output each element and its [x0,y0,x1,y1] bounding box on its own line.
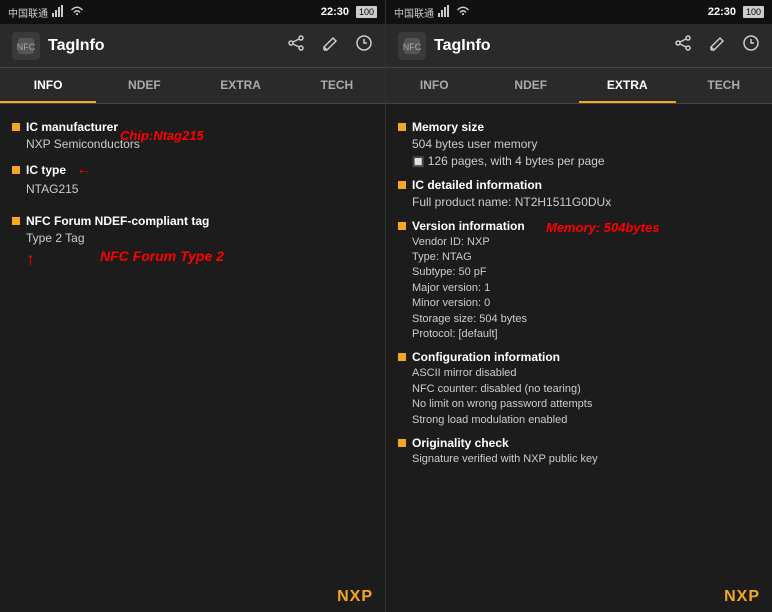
right-bullet-3 [398,222,406,230]
right-bullet-1 [398,123,406,131]
svg-text:NFC: NFC [403,42,422,52]
left-app-icon: NFC [12,32,40,60]
right-status-right: 22:30 100 [708,6,764,18]
left-tab-tech[interactable]: TECH [289,68,385,103]
right-status-bar: 中国联通 22:30 100 [386,0,772,24]
left-bullet-2 [12,166,20,174]
right-nxp-logo: NXP [724,588,760,606]
right-memory-title: Memory size [412,120,484,134]
left-bullet-1 [12,123,20,131]
right-title-actions [674,34,760,57]
left-ic-type-value: NTAG215 [26,181,373,198]
left-nfc-forum-value: Type 2 Tag [26,230,373,247]
right-tab-ndef[interactable]: NDEF [483,68,580,103]
left-edit-icon[interactable] [321,34,339,57]
right-version-value: Vendor ID: NXP Type: NTAG Subtype: 50 pF… [412,235,760,343]
left-nfc-forum-header: NFC Forum NDEF-compliant tag [12,214,373,228]
left-arrow-chip: ← [76,161,92,179]
right-tab-extra[interactable]: EXTRA [579,68,676,103]
right-config-header: Configuration information [398,350,760,364]
left-tab-info[interactable]: INFO [0,68,96,103]
left-annotation-nfc: NFC Forum Type 2 [100,248,224,264]
right-originality-header: Originality check [398,436,760,450]
left-wifi-icon [70,5,84,20]
left-title-left: NFC TagInfo [12,32,105,60]
right-edit-icon[interactable] [708,34,726,57]
left-share-icon[interactable] [287,34,305,57]
left-nfc-forum-title: NFC Forum NDEF-compliant tag [26,214,209,228]
right-originality-title: Originality check [412,436,509,450]
left-phone-screen: 中国联通 22:30 100 NFC TagInfo [0,0,386,612]
right-tab-info[interactable]: INFO [386,68,483,103]
left-tab-ndef[interactable]: NDEF [96,68,192,103]
right-wifi-icon [456,5,470,20]
left-signal-icon [52,5,66,20]
right-app-title: TagInfo [434,37,491,55]
left-content: IC manufacturer NXP Semiconductors IC ty… [0,104,385,582]
right-time: 22:30 [708,6,736,18]
right-version-title: Version information [412,219,525,233]
left-tab-bar: INFO NDEF EXTRA TECH [0,68,385,104]
right-config-title: Configuration information [412,350,560,364]
left-ic-type-title: IC type [26,163,66,177]
left-bottom-logo: NXP [0,582,385,612]
right-ic-detailed-value: Full product name: NT2H1511G0DUx [412,194,760,211]
left-nxp-logo: NXP [337,588,373,606]
right-title-bar: NFC TagInfo [386,24,772,68]
right-ic-detailed-title: IC detailed information [412,178,542,192]
left-status-left: 中国联通 [8,5,84,20]
left-battery-icon: 100 [356,6,377,18]
left-annotation-chip: Chip:Ntag215 [120,128,204,143]
right-config-value: ASCII mirror disabled NFC counter: disab… [412,366,760,428]
left-app-title: TagInfo [48,37,105,55]
right-phone-screen: 中国联通 22:30 100 NFC TagInfo [386,0,772,612]
right-share-icon[interactable] [674,34,692,57]
right-bullet-5 [398,439,406,447]
right-app-icon: NFC [398,32,426,60]
right-version-header: Version information [398,219,760,233]
svg-text:NFC: NFC [17,42,36,52]
left-tab-extra[interactable]: EXTRA [193,68,289,103]
right-status-left: 中国联通 [394,5,470,20]
left-carrier: 中国联通 [8,5,48,20]
right-history-icon[interactable] [742,34,760,57]
left-ic-manufacturer-title: IC manufacturer [26,120,118,134]
right-memory-header: Memory size [398,120,760,134]
right-memory-value: 504 bytes user memory 🔲 126 pages, with … [412,136,760,170]
right-ic-detailed-header: IC detailed information [398,178,760,192]
right-signal-icon [438,5,452,20]
right-battery-icon: 100 [743,6,764,18]
left-history-icon[interactable] [355,34,373,57]
right-bullet-4 [398,353,406,361]
left-title-actions [287,34,373,57]
left-time: 22:30 [321,6,349,18]
left-status-right: 22:30 100 [321,6,377,18]
right-bottom-logo: NXP [386,582,772,612]
left-status-bar: 中国联通 22:30 100 [0,0,385,24]
right-carrier: 中国联通 [394,5,434,20]
right-originality-value: Signature verified with NXP public key [412,452,760,467]
right-title-left: NFC TagInfo [398,32,491,60]
left-bullet-3 [12,217,20,225]
right-tab-tech[interactable]: TECH [676,68,772,103]
right-bullet-2 [398,181,406,189]
right-tab-bar: INFO NDEF EXTRA TECH [386,68,772,104]
left-ic-type-header: IC type ← [12,161,373,179]
left-title-bar: NFC TagInfo [0,24,385,68]
right-content: Memory size 504 bytes user memory 🔲 126 … [386,104,772,582]
